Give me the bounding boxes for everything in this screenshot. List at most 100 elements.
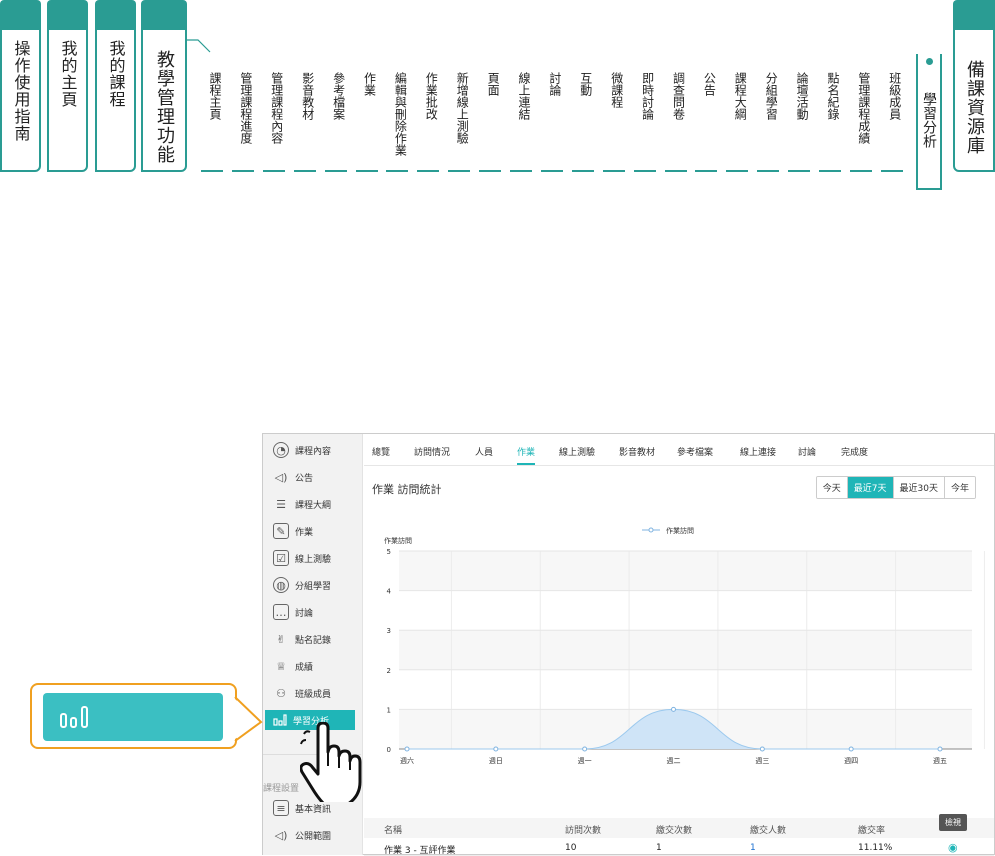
sidebar-item-visibility[interactable]: ◁) 公開範圍 (273, 825, 357, 845)
y-tick-label: 4 (387, 588, 392, 596)
sidebar-item-members[interactable]: ⚇ 班級成員 (273, 683, 357, 703)
sub-tab-10[interactable]: 頁面 (479, 60, 503, 172)
sidebar-item-group[interactable]: ◍ 分組學習 (273, 575, 357, 595)
sub-tab-label: 論壇活動 (795, 72, 810, 120)
tab-2[interactable]: 訪問情況 (414, 445, 450, 458)
sidebar-item-label: 成績 (295, 662, 314, 673)
sub-tab-underline (386, 170, 409, 172)
sub-tab-learning-analytics[interactable]: 學習分析 (916, 54, 942, 190)
tab-3[interactable]: 人員 (475, 445, 493, 458)
broadcast-icon: ◁) (274, 828, 288, 842)
sidebar-item-discussion[interactable]: … 討論 (273, 602, 357, 622)
sub-tab-13[interactable]: 互動 (571, 60, 596, 172)
range-button-3[interactable]: 最近30天 (892, 477, 944, 498)
sub-tab-14[interactable]: 微課程 (602, 60, 627, 172)
sub-tab-underline (819, 170, 841, 172)
range-button-1[interactable]: 今天 (816, 477, 847, 498)
sidebar-item-announcement[interactable]: ◁) 公告 (273, 467, 357, 487)
sub-tab-underline (417, 170, 440, 172)
sub-tab-5[interactable]: 參考檔案 (324, 60, 349, 172)
sub-tab-9[interactable]: 新增線上測驗 (448, 60, 472, 172)
tab-5[interactable]: 線上測驗 (559, 445, 595, 458)
members-icon: ⚇ (276, 686, 286, 700)
main-tab-my-courses[interactable]: 我的課程 (95, 0, 136, 172)
sub-tab-15[interactable]: 即時討論 (633, 60, 658, 172)
main-tab-label: 操作使用指南 (11, 40, 31, 142)
main-tab-my-home[interactable]: 我的主頁 (47, 0, 88, 172)
sub-tab-underline (262, 170, 285, 172)
sidebar-item-label: 公告 (295, 473, 314, 484)
sub-tab-23[interactable]: 班級成員 (880, 60, 905, 172)
tab-cap (95, 0, 136, 30)
sub-tab-label: 作業批改 (424, 72, 439, 120)
tab-1[interactable]: 總覽 (372, 445, 390, 458)
tab-8[interactable]: 線上連接 (740, 445, 776, 458)
x-tick-label: 週六 (400, 756, 414, 765)
sub-tab-underline (726, 170, 749, 172)
row-submitters[interactable]: 1 (750, 843, 756, 853)
sidebar-item-label: 公開範圍 (295, 831, 332, 842)
sub-tab-label: 課程主頁 (208, 72, 222, 120)
sub-tab-22[interactable]: 管理課程成績 (849, 60, 874, 172)
eye-icon[interactable]: ◉ (948, 841, 958, 854)
main-tab-resources[interactable]: 備課資源庫 (953, 0, 995, 172)
sub-tab-4[interactable]: 影音教材 (293, 60, 318, 172)
tab-10[interactable]: 完成度 (841, 445, 868, 458)
main-tab-teaching-management[interactable]: 教學管理功能 (141, 0, 187, 172)
tab-9[interactable]: 討論 (798, 445, 816, 458)
sub-tab-11[interactable]: 線上連結 (510, 60, 534, 172)
date-range-selector: 今天 最近7天 最近30天 今年 (815, 476, 976, 499)
learning-analytics-button[interactable] (43, 693, 223, 741)
sub-tab-label: 線上連結 (517, 72, 531, 120)
sidebar-item-assignment[interactable]: ✎ 作業 (273, 521, 357, 541)
sub-tab-label: 互動 (578, 72, 593, 96)
x-tick-label: 週三 (755, 756, 769, 765)
row-name[interactable]: 作業 3 - 互評作業 (384, 843, 456, 856)
sidebar-item-grades[interactable]: ♕ 成績 (273, 656, 357, 676)
chat-icon: … (273, 604, 289, 620)
pointer-hand-icon (300, 722, 362, 802)
sidebar-item-syllabus[interactable]: ☰ 課程大綱 (273, 494, 357, 514)
sub-tab-12[interactable]: 討論 (540, 60, 565, 172)
sidebar-item-attendance[interactable]: ✌ 點名記錄 (273, 629, 357, 649)
sub-tab-19[interactable]: 分組學習 (757, 60, 781, 172)
sub-tab-underline (201, 170, 223, 172)
tab-4[interactable]: 作業 (517, 445, 536, 465)
sub-tab-label: 新增線上測驗 (455, 72, 470, 144)
sidebar-item-quiz[interactable]: ☑ 線上測驗 (273, 548, 357, 568)
legend-label: 作業訪問 (666, 526, 694, 535)
sidebar-item-label: 課程內容 (295, 446, 332, 457)
tab-7[interactable]: 參考檔案 (677, 445, 713, 458)
sub-tab-3[interactable]: 管理課程內容 (262, 60, 287, 172)
sub-tab-underline (448, 170, 471, 172)
sidebar-item-label: 課程大綱 (295, 500, 332, 511)
main-tab-guide[interactable]: 操作使用指南 (0, 0, 41, 172)
sub-tab-17[interactable]: 公告 (695, 60, 719, 172)
sub-tab-7[interactable]: 編輯與刪除作業 (386, 60, 410, 172)
sub-tab-6[interactable]: 作業 (355, 60, 380, 172)
range-button-2[interactable]: 最近7天 (846, 477, 893, 498)
sub-tab-1[interactable]: 課程主頁 (201, 60, 225, 172)
tab-cap (953, 0, 995, 30)
data-point-7 (937, 746, 943, 752)
sub-tab-21[interactable]: 點名紀錄 (819, 60, 843, 172)
main-tab-label: 我的課程 (106, 40, 126, 108)
sub-tab-underline (479, 170, 502, 172)
table-row: 作業 3 - 互評作業 10 1 1 11.11% ◉ (364, 838, 994, 856)
sidebar-item-course-content[interactable]: ◔ 課程內容 (273, 440, 357, 460)
list-icon: ☰ (276, 497, 286, 511)
sub-tab-18[interactable]: 課程大綱 (726, 60, 750, 172)
grid-band (399, 551, 972, 591)
sub-tab-underline (695, 170, 718, 172)
sub-tab-underline (540, 170, 563, 172)
sub-tab-label: 討論 (547, 72, 562, 96)
sub-tab-2[interactable]: 管理課程進度 (231, 60, 256, 172)
sub-tab-16[interactable]: 調查問卷 (664, 60, 689, 172)
row-visits: 10 (565, 843, 577, 853)
sub-tab-8[interactable]: 作業批改 (417, 60, 441, 172)
data-point-4 (671, 706, 676, 712)
sub-tab-20[interactable]: 論壇活動 (788, 60, 812, 172)
range-button-4[interactable]: 今年 (943, 477, 975, 498)
grid-band (399, 630, 972, 670)
tab-6[interactable]: 影音教材 (619, 445, 655, 458)
